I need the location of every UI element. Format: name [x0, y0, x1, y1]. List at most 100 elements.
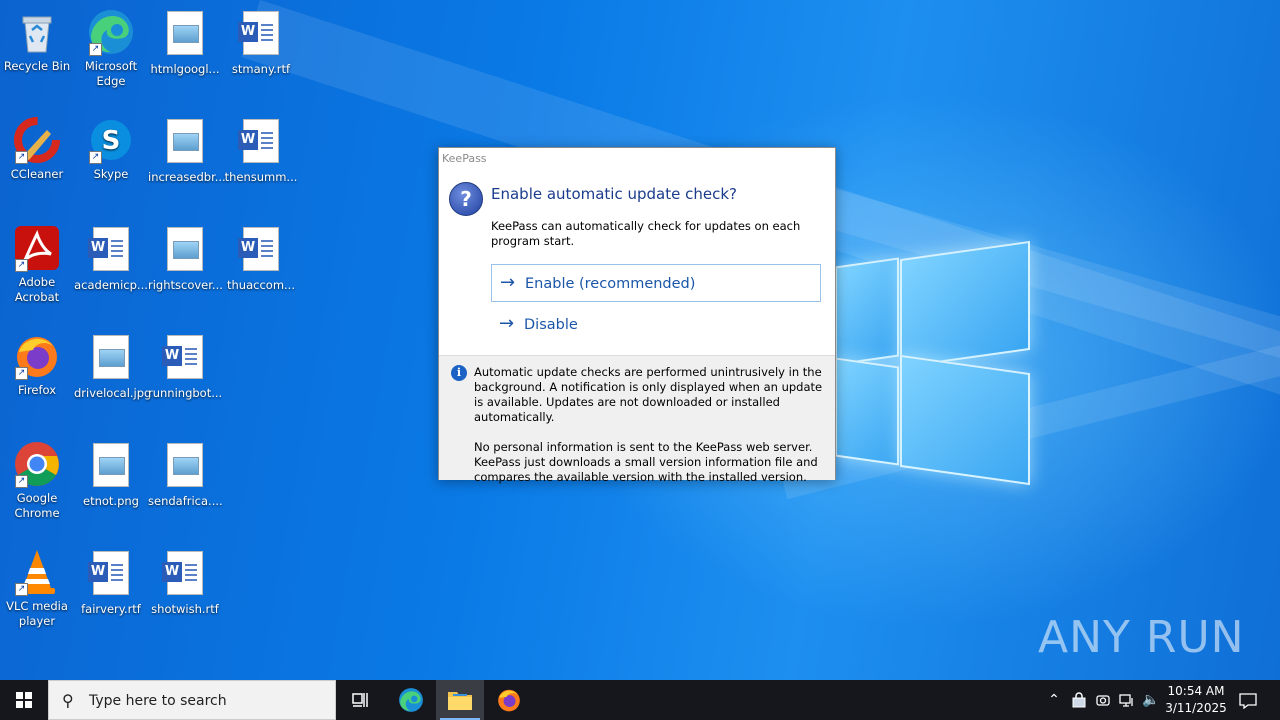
desktop-icon-label: increasedbr...: [148, 170, 226, 184]
dialog-main-instruction: Enable automatic update check?: [491, 185, 737, 203]
ccleaner-icon: ↗: [13, 116, 61, 164]
tray-keepass-button[interactable]: [1068, 680, 1090, 720]
tray-volume-button[interactable]: 🔈: [1140, 680, 1162, 720]
start-button[interactable]: [0, 680, 48, 720]
shortcut-arrow-icon: ↗: [15, 367, 28, 380]
desktop-icon-label: academicp...: [74, 278, 148, 292]
desktop-icon-label: Skype: [93, 167, 129, 181]
desktop-icon-label: etnot.png: [83, 494, 139, 508]
keepass-update-dialog: KeePass ? Enable automatic update check?…: [438, 147, 836, 484]
word-doc-icon: W: [161, 335, 209, 383]
desktop-icon-stmany[interactable]: W stmany.rtf: [224, 8, 298, 77]
word-doc-icon: W: [87, 551, 135, 599]
desktop-icon-label: CCleaner: [10, 167, 64, 181]
edge-icon: ↗: [87, 8, 135, 56]
dialog-title: KeePass: [442, 152, 487, 165]
word-doc-icon: W: [237, 11, 285, 59]
desktop-icon-label: fairvery.rtf: [81, 602, 141, 616]
folder-icon: [448, 692, 472, 710]
desktop-icon-label: stmany.rtf: [231, 62, 291, 76]
desktop-icon-htmlgoogl[interactable]: htmlgoogl...: [148, 8, 222, 77]
desktop-icon-etnot[interactable]: etnot.png: [74, 440, 148, 509]
desktop-icon-adobe-acrobat[interactable]: ↗ Adobe Acrobat: [0, 224, 74, 305]
edge-icon: [399, 688, 423, 712]
desktop-icon-increasedbr[interactable]: increasedbr...: [148, 116, 226, 185]
desktop-icon-drivelocal[interactable]: drivelocal.jpg: [74, 332, 151, 401]
desktop-icon-fairvery[interactable]: W fairvery.rtf: [74, 548, 148, 617]
footer-paragraph: Automatic update checks are performed un…: [474, 365, 823, 424]
clock-date: 3/11/2025: [1165, 701, 1227, 715]
enable-update-check-button[interactable]: → Enable (recommended): [491, 264, 821, 302]
desktop-icon-label: shotwish.rtf: [151, 602, 219, 616]
desktop-icon-thuaccom[interactable]: W thuaccom...: [224, 224, 298, 293]
windows-logo-pane: [900, 240, 1030, 369]
tray-device-button[interactable]: [1092, 680, 1114, 720]
desktop-icon-google-chrome[interactable]: ↗ Google Chrome: [0, 440, 74, 521]
tray-network-button[interactable]: [1116, 680, 1138, 720]
info-icon: i: [451, 365, 467, 381]
desktop-icon-recycle-bin[interactable]: Recycle Bin: [0, 8, 74, 74]
image-file-icon: [161, 227, 209, 275]
anyrun-watermark: ANY RUN: [1038, 612, 1245, 663]
search-icon: ⚲: [62, 691, 74, 710]
camera-icon: [1096, 695, 1110, 706]
shortcut-arrow-icon: ↗: [15, 583, 28, 596]
desktop-icon-label: Adobe Acrobat: [14, 275, 60, 304]
arrow-right-icon: →: [500, 272, 516, 293]
desktop-icon-rightscover[interactable]: rightscover...: [148, 224, 223, 293]
image-file-icon: [87, 335, 135, 383]
vlc-icon: ↗: [13, 548, 61, 596]
desktop-icon-thensumm[interactable]: W thensumm...: [224, 116, 298, 185]
desktop-icon-ccleaner[interactable]: ↗ CCleaner: [0, 116, 74, 182]
keepass-tray-icon: [1072, 692, 1086, 708]
desktop-icon-academicp[interactable]: W academicp...: [74, 224, 148, 293]
firefox-icon: ↗: [13, 332, 61, 380]
shortcut-arrow-icon: ↗: [15, 151, 28, 164]
chevron-up-icon: ⌃: [1048, 692, 1060, 708]
windows-logo-pane: [835, 357, 899, 466]
word-doc-icon: W: [161, 551, 209, 599]
word-doc-icon: W: [87, 227, 135, 275]
desktop-icon-label: rightscover...: [148, 278, 223, 292]
taskbar-edge-button[interactable]: [387, 680, 435, 720]
desktop-icon-label: thuaccom...: [227, 278, 295, 292]
desktop-icon-vlc[interactable]: ↗ VLC media player: [0, 548, 74, 629]
show-hidden-icons-button[interactable]: ⌃: [1044, 680, 1064, 720]
shortcut-arrow-icon: ↗: [89, 151, 102, 164]
taskbar: ⚲ Type here to search ⌃ 🔈 10:54 AM 3/11/…: [0, 680, 1280, 720]
desktop-icon-shotwish[interactable]: W shotwish.rtf: [148, 548, 222, 617]
taskbar-file-explorer-button[interactable]: [436, 680, 484, 720]
image-file-icon: [87, 443, 135, 491]
desktop-icon-label: runningbot...: [148, 386, 223, 400]
dialog-footer: i Automatic update checks are performed …: [439, 355, 835, 484]
enable-button-label: Enable (recommended): [525, 276, 696, 292]
windows-logo-pane: [835, 257, 899, 366]
network-icon: [1119, 694, 1133, 707]
taskbar-clock[interactable]: 10:54 AM 3/11/2025: [1160, 683, 1232, 717]
shortcut-arrow-icon: ↗: [15, 259, 28, 272]
windows-logo-pane: [900, 354, 1030, 486]
desktop-icon-firefox[interactable]: ↗ Firefox: [0, 332, 74, 398]
action-center-button[interactable]: [1236, 680, 1260, 720]
desktop-icon-skype[interactable]: S ↗ Skype: [74, 116, 148, 182]
image-file-icon: [161, 119, 209, 167]
notification-icon: [1239, 692, 1257, 709]
footer-paragraph: No personal information is sent to the K…: [474, 440, 818, 484]
taskbar-search-box[interactable]: ⚲ Type here to search: [48, 680, 336, 720]
desktop-icon-sendafrica[interactable]: sendafrica....: [148, 440, 223, 509]
skype-icon: S ↗: [87, 116, 135, 164]
desktop-icon-microsoft-edge[interactable]: ↗ Microsoft Edge: [74, 8, 148, 89]
shortcut-arrow-icon: ↗: [89, 43, 102, 56]
desktop-icon-label: thensumm...: [224, 170, 298, 184]
chrome-icon: ↗: [13, 440, 61, 488]
taskbar-firefox-button[interactable]: [485, 680, 533, 720]
firefox-icon: [498, 689, 520, 712]
desktop-icon-label: htmlgoogl...: [150, 62, 220, 76]
disable-update-check-button[interactable]: → Disable: [491, 306, 821, 344]
task-view-button[interactable]: [336, 680, 384, 720]
acrobat-icon: ↗: [13, 224, 61, 272]
svg-text:S: S: [102, 126, 121, 156]
desktop-icon-label: Firefox: [17, 383, 57, 397]
desktop-icon-runningbot[interactable]: W runningbot...: [148, 332, 222, 401]
recycle-bin-icon: [13, 8, 61, 56]
